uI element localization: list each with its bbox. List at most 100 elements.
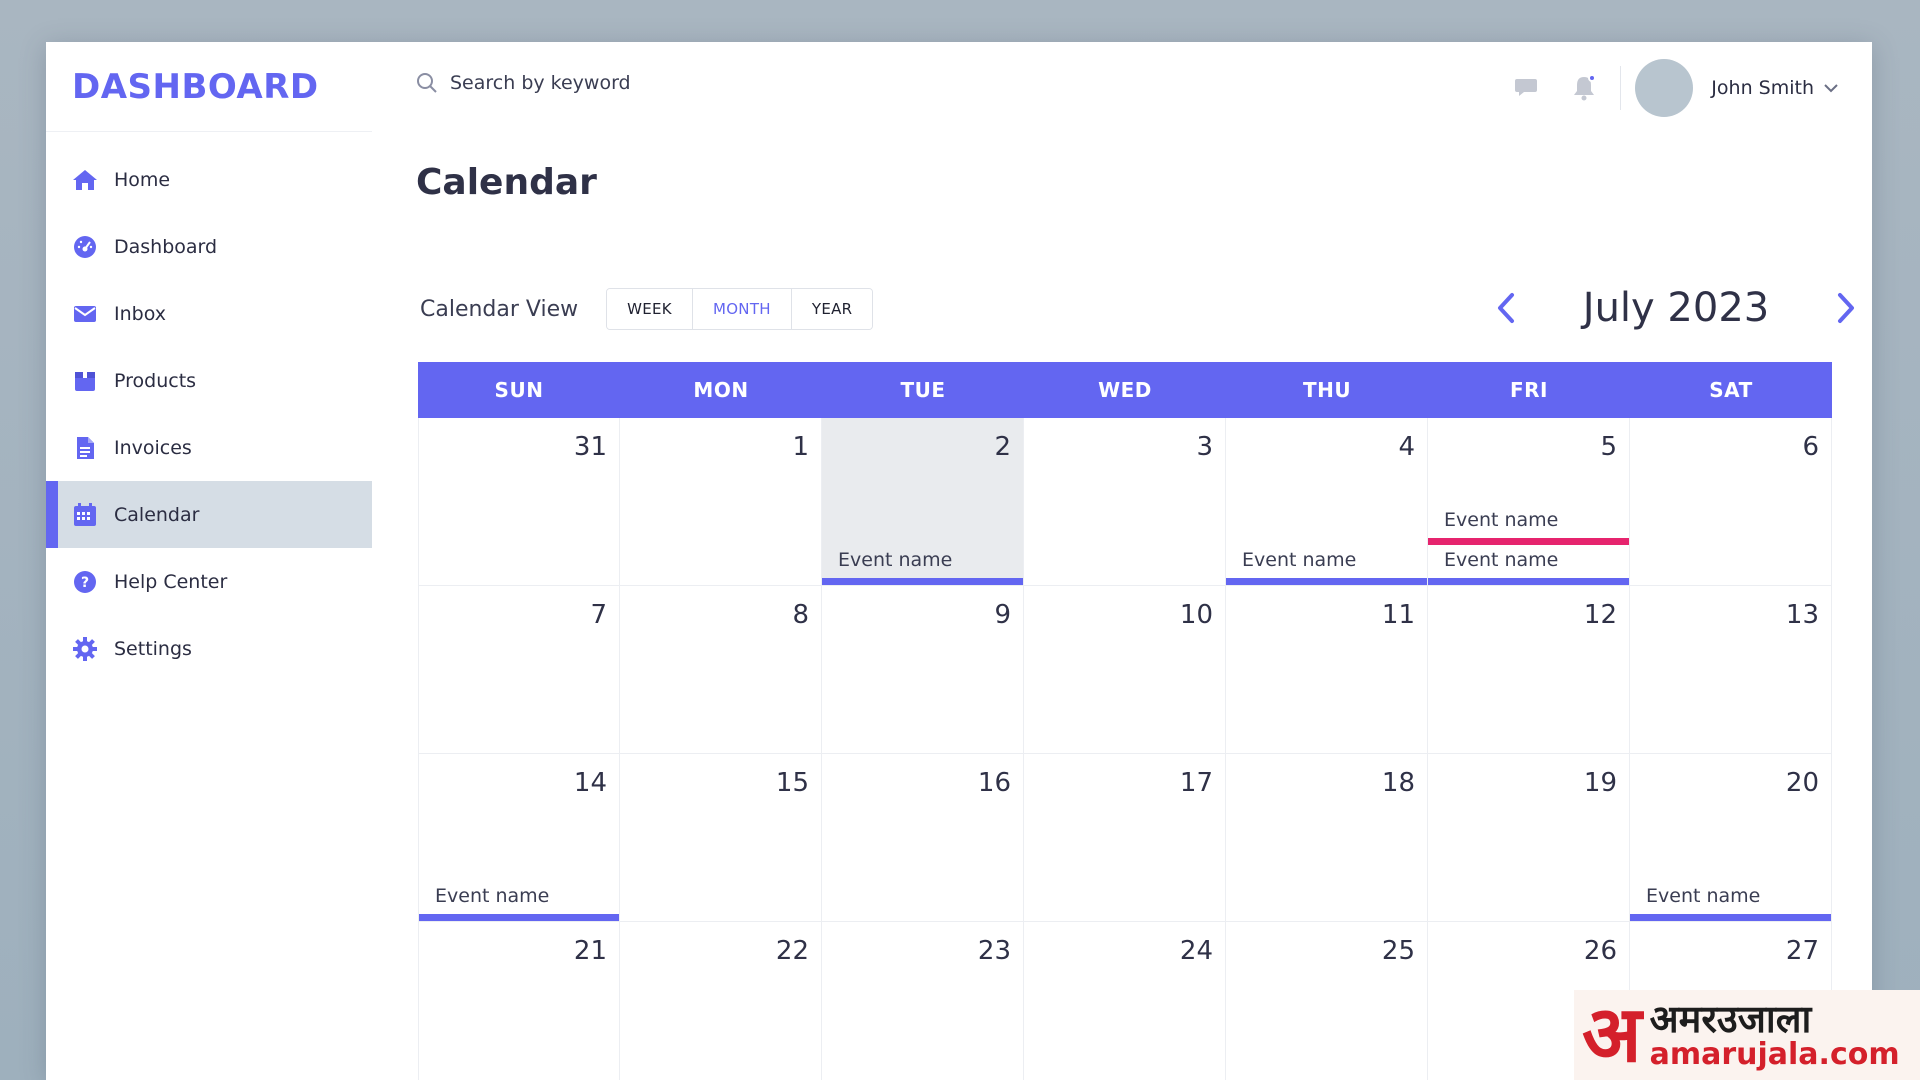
day-number: 31 (573, 432, 607, 462)
calendar-day-cell[interactable]: 19 (1428, 754, 1630, 922)
calendar-day-cell[interactable]: 13 (1630, 586, 1832, 754)
sidebar-item-help-center[interactable]: ? Help Center (46, 548, 372, 615)
calendar-day-cell[interactable]: 20 Event name (1630, 754, 1832, 922)
month-navigation: July 2023 (1486, 278, 1866, 338)
sidebar-item-label: Products (114, 369, 197, 392)
calendar-day-cell[interactable]: 7 (418, 586, 620, 754)
day-number: 16 (977, 768, 1011, 798)
calendar-event[interactable]: Event name (1428, 509, 1629, 545)
sidebar-item-label: Calendar (114, 503, 200, 526)
next-month-button[interactable] (1826, 283, 1866, 333)
calendar-day-cell[interactable]: 3 (1024, 418, 1226, 586)
calendar-day-cell[interactable]: 23 (822, 922, 1024, 1080)
calendar-day-cell[interactable]: 6 (1630, 418, 1832, 586)
event-label: Event name (1444, 509, 1559, 531)
calendar-day-cell[interactable]: 14 Event name (418, 754, 620, 922)
weekday-label: TUE (900, 378, 946, 402)
day-number: 5 (1600, 432, 1617, 462)
day-number: 24 (1179, 936, 1213, 966)
calendar-event[interactable]: Event name (1428, 549, 1629, 585)
day-number: 1 (792, 432, 809, 462)
calendar-event[interactable]: Event name (1630, 885, 1831, 921)
calendar-day-cell[interactable]: 31 (418, 418, 620, 586)
day-number: 20 (1785, 768, 1819, 798)
user-menu[interactable]: John Smith (1711, 77, 1838, 99)
view-month-button[interactable]: MONTH (692, 289, 792, 329)
current-month-label: July 2023 (1582, 285, 1770, 331)
search-input[interactable]: Search by keyword (450, 72, 631, 94)
day-number: 3 (1196, 432, 1213, 462)
day-number: 15 (775, 768, 809, 798)
day-number: 10 (1179, 600, 1213, 630)
day-number: 12 (1583, 600, 1617, 630)
sidebar-item-settings[interactable]: Settings (46, 615, 372, 682)
prev-month-button[interactable] (1486, 283, 1526, 333)
day-number: 4 (1398, 432, 1415, 462)
event-label: Event name (1444, 549, 1559, 571)
search-box[interactable]: Search by keyword (416, 72, 631, 94)
mail-icon (72, 301, 98, 327)
help-icon: ? (72, 569, 98, 595)
sidebar-item-invoices[interactable]: Invoices (46, 414, 372, 481)
calendar-view-label: Calendar View (420, 296, 579, 322)
chevron-left-icon (1498, 293, 1514, 323)
event-label: Event name (435, 885, 550, 907)
day-number: 13 (1785, 600, 1819, 630)
weekday-label: WED (1098, 378, 1152, 402)
svg-text:?: ? (81, 575, 89, 591)
view-year-button[interactable]: YEAR (791, 289, 873, 329)
calendar-day-cell[interactable]: 17 (1024, 754, 1226, 922)
calendar-day-cell[interactable]: 25 (1226, 922, 1428, 1080)
event-bar (419, 914, 619, 921)
calendar-day-cell[interactable]: 18 (1226, 754, 1428, 922)
app-window: DASHBOARD Home Dashboard Inbox Products … (46, 42, 1872, 1080)
sidebar-item-label: Help Center (114, 570, 228, 593)
watermark-domain: amarujala.com (1649, 1037, 1900, 1073)
topbar: Search by keyword John Smith (372, 42, 1872, 132)
calendar-day-cell[interactable]: 2 Event name (822, 418, 1024, 586)
weekday-label: MON (693, 378, 749, 402)
watermark-text: अमरउजाला amarujala.com (1650, 999, 1900, 1070)
gauge-icon (72, 234, 98, 260)
calendar-day-cell[interactable]: 5 Event name Event name (1428, 418, 1630, 586)
weekday-header: SUN MON TUE WED THU FRI SAT (418, 362, 1832, 418)
event-label: Event name (838, 549, 953, 571)
avatar[interactable] (1635, 59, 1694, 117)
calendar-day-cell[interactable]: 24 (1024, 922, 1226, 1080)
calendar-day-cell[interactable]: 11 (1226, 586, 1428, 754)
calendar-body: 31 1 2 Event name 3 4 Event name 5 Event name Eve… (418, 418, 1832, 1080)
calendar-view-switcher: Calendar View WEEK MONTH YEAR (420, 288, 874, 330)
sidebar-item-calendar[interactable]: Calendar (46, 481, 372, 548)
calendar-day-cell[interactable]: 1 (620, 418, 822, 586)
calendar-day-cell[interactable]: 15 (620, 754, 822, 922)
calendar-day-cell[interactable]: 10 (1024, 586, 1226, 754)
day-number: 21 (573, 936, 607, 966)
calendar-event[interactable]: Event name (419, 885, 619, 921)
calendar-event[interactable]: Event name (822, 549, 1023, 585)
event-label: Event name (1242, 549, 1357, 571)
calendar-day-cell[interactable]: 4 Event name (1226, 418, 1428, 586)
bell-icon[interactable] (1564, 68, 1604, 108)
view-week-button[interactable]: WEEK (607, 289, 693, 329)
event-bar (1226, 578, 1427, 585)
day-number: 7 (590, 600, 607, 630)
topbar-divider (1620, 66, 1622, 110)
sidebar-item-home[interactable]: Home (46, 146, 372, 213)
event-bar (1428, 578, 1629, 585)
calendar-day-cell[interactable]: 22 (620, 922, 822, 1080)
topbar-actions: John Smith (1488, 58, 1838, 118)
sidebar-item-dashboard[interactable]: Dashboard (46, 213, 372, 280)
event-bar (1428, 538, 1629, 545)
calendar-day-cell[interactable]: 21 (418, 922, 620, 1080)
calendar-day-cell[interactable]: 12 (1428, 586, 1630, 754)
sidebar-item-inbox[interactable]: Inbox (46, 280, 372, 347)
sidebar-nav: Home Dashboard Inbox Products Invoices C… (46, 146, 372, 682)
brand-logo[interactable]: DASHBOARD (46, 42, 372, 132)
sidebar-item-products[interactable]: Products (46, 347, 372, 414)
day-number: 27 (1785, 936, 1819, 966)
calendar-day-cell[interactable]: 8 (620, 586, 822, 754)
chat-icon[interactable] (1506, 68, 1546, 108)
calendar-day-cell[interactable]: 16 (822, 754, 1024, 922)
calendar-day-cell[interactable]: 9 (822, 586, 1024, 754)
calendar-event[interactable]: Event name (1226, 549, 1427, 585)
